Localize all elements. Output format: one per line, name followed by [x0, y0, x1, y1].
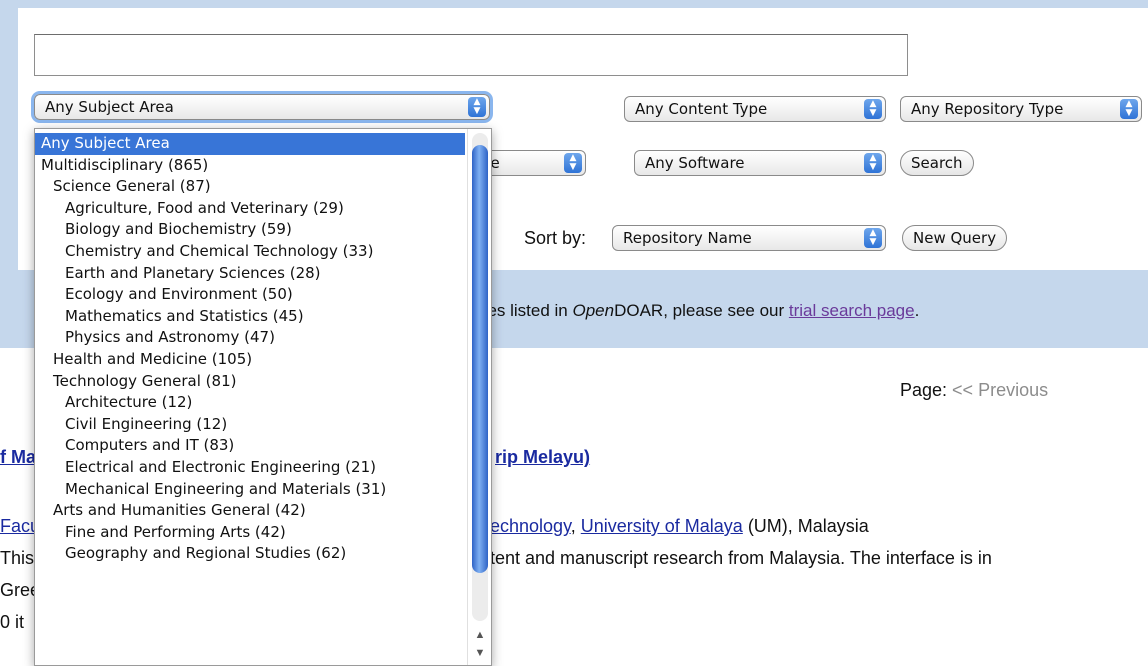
- dropdown-option[interactable]: Architecture (12): [35, 392, 465, 414]
- description-right: tent and manuscript research from Malays…: [490, 548, 992, 568]
- dropdown-option[interactable]: Chemistry and Chemical Technology (33): [35, 241, 465, 263]
- dropdown-scrollbar[interactable]: ▲ ▼: [467, 129, 491, 665]
- up-down-arrows-icon: ▲ ▼: [864, 99, 882, 119]
- software-select[interactable]: Any Software ▲ ▼: [634, 150, 886, 176]
- repository-type-select-value: Any Repository Type: [911, 100, 1064, 118]
- dropdown-option[interactable]: Earth and Planetary Sciences (28): [35, 263, 465, 285]
- search-query-input[interactable]: [34, 34, 908, 76]
- dropdown-option[interactable]: Mechanical Engineering and Materials (31…: [35, 479, 465, 501]
- dropdown-option[interactable]: Physics and Astronomy (47): [35, 327, 465, 349]
- org-separator: ,: [570, 516, 581, 536]
- dropdown-option[interactable]: Agriculture, Food and Veterinary (29): [35, 198, 465, 220]
- faculty-link-left[interactable]: Facu: [0, 516, 34, 537]
- dropdown-option[interactable]: Ecology and Environment (50): [35, 284, 465, 306]
- content-type-select[interactable]: Any Content Type ▲ ▼: [624, 96, 886, 122]
- faculty-link-right[interactable]: echnology: [490, 516, 571, 536]
- up-down-arrows-icon: ▲ ▼: [1120, 99, 1138, 119]
- dropdown-option[interactable]: Any Subject Area: [35, 133, 465, 155]
- up-down-arrows-icon: ▲ ▼: [468, 97, 486, 117]
- software-select-value: Any Software: [645, 154, 745, 172]
- university-link[interactable]: University of Malaya: [581, 516, 743, 536]
- info-text-italic: Open: [572, 301, 615, 320]
- repository-title-link-right[interactable]: rip Melayu): [495, 447, 590, 468]
- info-text-start: ries listed in: [478, 301, 573, 320]
- up-down-arrows-icon: ▲ ▼: [864, 153, 882, 173]
- dropdown-option[interactable]: Civil Engineering (12): [35, 414, 465, 436]
- subject-area-select-value: Any Subject Area: [45, 98, 174, 116]
- description-left: This: [0, 548, 34, 568]
- dropdown-option[interactable]: Arts and Humanities General (42): [35, 500, 465, 522]
- repository-title-link-left[interactable]: f Ma: [0, 447, 34, 468]
- dropdown-option[interactable]: Geography and Regional Studies (62): [35, 543, 465, 565]
- dropdown-option[interactable]: Electrical and Electronic Engineering (2…: [35, 457, 465, 479]
- green-label-left: Gree: [0, 580, 34, 600]
- dropdown-option[interactable]: Fine and Performing Arts (42): [35, 522, 465, 544]
- scroll-down-arrow-icon[interactable]: ▼: [472, 645, 488, 661]
- up-down-arrows-icon: ▲ ▼: [564, 153, 582, 173]
- new-query-button[interactable]: New Query: [902, 225, 1008, 251]
- subject-area-select[interactable]: Any Subject Area ▲ ▼: [34, 94, 490, 120]
- sort-select[interactable]: Repository Name ▲ ▼: [612, 225, 886, 251]
- org-country: (UM), Malaysia: [742, 516, 869, 536]
- subject-area-dropdown-list[interactable]: Any Subject Area Multidisciplinary (865) S…: [34, 128, 492, 666]
- dropdown-options: Any Subject Area Multidisciplinary (865) S…: [35, 133, 465, 565]
- info-message: ries listed in OpenDOAR, please see our …: [478, 301, 919, 321]
- sort-by-label: Sort by:: [524, 228, 587, 248]
- sort-select-value: Repository Name: [623, 229, 752, 247]
- pagination-label: Page:: [900, 380, 953, 400]
- search-button[interactable]: Search: [900, 150, 974, 176]
- dropdown-option[interactable]: Health and Medicine (105): [35, 349, 465, 371]
- dropdown-option[interactable]: Multidisciplinary (865): [35, 155, 465, 177]
- info-text-end: .: [914, 301, 920, 320]
- organisation-line: echnology, University of Malaya (UM), Ma…: [490, 516, 869, 537]
- dropdown-option[interactable]: Biology and Biochemistry (59): [35, 219, 465, 241]
- content-type-select-value: Any Content Type: [635, 100, 768, 118]
- scroll-up-arrow-icon[interactable]: ▲: [472, 627, 488, 643]
- previous-page-link[interactable]: << Previous: [952, 380, 1048, 400]
- dropdown-option[interactable]: Technology General (81): [35, 371, 465, 393]
- info-text-middle: DOAR, please see our: [614, 301, 789, 320]
- dropdown-option[interactable]: Computers and IT (83): [35, 435, 465, 457]
- dropdown-option[interactable]: Mathematics and Statistics (45): [35, 306, 465, 328]
- items-count-left: 0 it: [0, 612, 25, 632]
- up-down-arrows-icon: ▲ ▼: [864, 228, 882, 248]
- repository-type-select[interactable]: Any Repository Type ▲ ▼: [900, 96, 1142, 122]
- scrollbar-thumb[interactable]: [472, 145, 488, 573]
- trial-search-link[interactable]: trial search page: [789, 301, 915, 320]
- dropdown-option[interactable]: Science General (87): [35, 176, 465, 198]
- pagination: Page: << Previous: [900, 380, 1048, 401]
